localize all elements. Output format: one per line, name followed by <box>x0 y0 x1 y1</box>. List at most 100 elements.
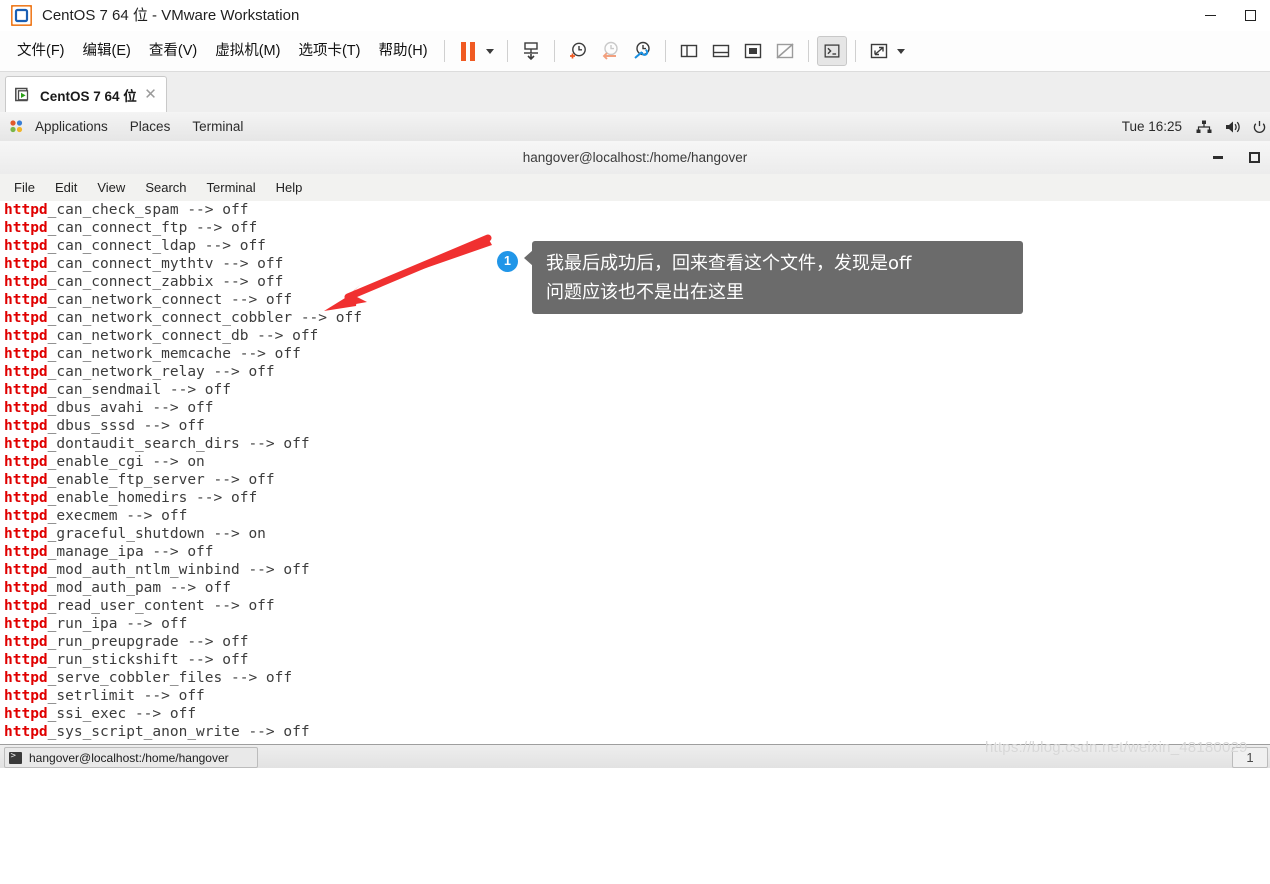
revert-snapshot-button[interactable] <box>595 36 625 66</box>
terminal-line: httpd_run_ipa --> off <box>4 615 362 633</box>
terminal-line-value: _mod_auth_pam --> off <box>47 580 231 596</box>
unity-mode-button[interactable] <box>816 36 847 66</box>
gnome-foot-icon <box>9 119 24 134</box>
terminal-line-prefix: httpd <box>4 706 48 722</box>
annotation-tip-icon <box>524 250 533 266</box>
terminal-line-value: _can_connect_mythtv --> off <box>47 256 284 272</box>
terminal-icon <box>9 751 22 764</box>
terminal-line: httpd_can_sendmail --> off <box>4 381 362 399</box>
terminal-line-prefix: httpd <box>4 634 48 650</box>
volume-icon[interactable] <box>1225 120 1242 134</box>
terminal-line: httpd_ssi_exec --> off <box>4 705 362 723</box>
terminal-menu-bar: File Edit View Search Terminal Help <box>0 174 1270 202</box>
power-icon[interactable] <box>1253 120 1266 134</box>
terminal-minimize-button[interactable] <box>1210 150 1226 166</box>
gnome-clock[interactable]: Tue 16:25 <box>1122 119 1182 134</box>
terminal-line: httpd_can_connect_ldap --> off <box>4 237 362 255</box>
terminal-line: httpd_serve_cobbler_files --> off <box>4 669 362 687</box>
close-icon[interactable]: ✕ <box>144 87 157 102</box>
toolbar-separator <box>443 40 445 62</box>
vmware-logo-icon <box>10 4 33 27</box>
fullscreen-button[interactable] <box>864 36 894 66</box>
show-library-button[interactable] <box>674 36 704 66</box>
terminal-line-value: _can_network_connect_cobbler --> off <box>47 310 362 326</box>
network-icon[interactable] <box>1196 120 1212 134</box>
menu-vm[interactable]: 虚拟机(M) <box>206 31 289 71</box>
terminal-line-value: _can_network_connect --> off <box>47 292 293 308</box>
terminal-line-value: _can_check_spam --> off <box>47 202 249 218</box>
terminal-menu-terminal[interactable]: Terminal <box>197 174 266 201</box>
terminal-maximize-button[interactable] <box>1246 150 1262 166</box>
terminal-line-value: _run_preupgrade --> off <box>47 634 249 650</box>
terminal-line-value: _can_network_relay --> off <box>47 364 275 380</box>
vm-tab-centos[interactable]: CentOS 7 64 位 ✕ <box>5 76 167 113</box>
terminal-line-prefix: httpd <box>4 436 48 452</box>
terminal-line: httpd_can_network_memcache --> off <box>4 345 362 363</box>
terminal-line-prefix: httpd <box>4 256 48 272</box>
terminal-line: httpd_dontaudit_search_dirs --> off <box>4 435 362 453</box>
annotation-callout: 我最后成功后，回来查看这个文件，发现是off 问题应该也不是出在这里 <box>524 241 1023 314</box>
terminal-prompt-icon <box>824 44 840 58</box>
snapshot-manager-icon <box>633 41 650 59</box>
terminal-menu-file[interactable]: File <box>4 174 45 201</box>
terminal-line-prefix: httpd <box>4 382 48 398</box>
take-snapshot-button[interactable] <box>563 36 593 66</box>
suspend-button[interactable] <box>453 36 483 66</box>
annotation-text: 我最后成功后，回来查看这个文件，发现是off 问题应该也不是出在这里 <box>532 241 1023 307</box>
minimize-icon <box>1204 15 1216 16</box>
annotation-line-2: 问题应该也不是出在这里 <box>546 282 744 303</box>
maximize-icon <box>1244 10 1256 21</box>
workspace-indicator[interactable]: 1 <box>1232 747 1268 768</box>
terminal-line-value: _run_stickshift --> off <box>47 652 249 668</box>
show-thumbnails-button[interactable] <box>706 36 736 66</box>
gnome-menu-places[interactable]: Places <box>119 112 182 141</box>
terminal-menu-search[interactable]: Search <box>135 174 196 201</box>
terminal-line: httpd_run_preupgrade --> off <box>4 633 362 651</box>
terminal-line-prefix: httpd <box>4 490 48 506</box>
chevron-down-icon[interactable] <box>896 48 905 54</box>
annotation-badge: 1 <box>497 251 518 272</box>
hide-console-button[interactable] <box>770 36 800 66</box>
minimize-button[interactable] <box>1190 0 1230 31</box>
gnome-panel-tray: Tue 16:25 <box>1122 112 1270 141</box>
terminal-menu-view[interactable]: View <box>87 174 135 201</box>
gnome-bottom-taskbar: hangover@localhost:/home/hangover 1 <box>0 744 1270 768</box>
annotation-line-1: 我最后成功后，回来查看这个文件，发现是off <box>546 253 912 274</box>
panel-left-icon <box>680 44 697 58</box>
snapshot-manager-button[interactable] <box>627 36 657 66</box>
show-console-button[interactable] <box>738 36 768 66</box>
window-controls <box>1190 0 1270 31</box>
menu-tabs[interactable]: 选项卡(T) <box>289 31 369 71</box>
terminal-menu-help[interactable]: Help <box>266 174 313 201</box>
terminal-menu-edit[interactable]: Edit <box>45 174 87 201</box>
terminal-line-prefix: httpd <box>4 544 48 560</box>
terminal-line-value: _can_connect_ftp --> off <box>47 220 258 236</box>
terminal-line-value: _setrlimit --> off <box>47 688 205 704</box>
menu-help[interactable]: 帮助(H) <box>369 31 436 71</box>
panel-bottom-icon <box>712 44 729 58</box>
gnome-menu-terminal[interactable]: Terminal <box>181 112 254 141</box>
console-view-icon <box>744 43 761 59</box>
menu-view[interactable]: 查看(V) <box>140 31 206 71</box>
chevron-down-icon[interactable] <box>485 48 494 54</box>
maximize-icon <box>1248 152 1260 163</box>
terminal-line: httpd_enable_ftp_server --> off <box>4 471 362 489</box>
terminal-line-prefix: httpd <box>4 274 48 290</box>
send-keys-icon <box>523 42 538 61</box>
menu-edit[interactable]: 编辑(E) <box>74 31 140 71</box>
terminal-line: httpd_sys_script_anon_write --> off <box>4 723 362 741</box>
toolbar-separator <box>854 40 856 62</box>
gnome-menu-applications[interactable]: Applications <box>24 112 119 141</box>
vm-tab-label: CentOS 7 64 位 <box>40 89 137 104</box>
send-ctrl-alt-del-button[interactable] <box>516 36 546 66</box>
terminal-line-value: _enable_cgi --> on <box>47 454 205 470</box>
menu-file[interactable]: 文件(F) <box>8 31 74 71</box>
terminal-line-prefix: httpd <box>4 292 48 308</box>
maximize-button[interactable] <box>1230 0 1270 31</box>
terminal-line-prefix: httpd <box>4 598 48 614</box>
terminal-line-prefix: httpd <box>4 310 48 326</box>
terminal-line: httpd_read_user_content --> off <box>4 597 362 615</box>
taskbar-window-button[interactable]: hangover@localhost:/home/hangover <box>4 747 258 768</box>
vmware-workstation-window: CentOS 7 64 位 - VMware Workstation 文件(F)… <box>0 0 1270 884</box>
terminal-line-prefix: httpd <box>4 688 48 704</box>
